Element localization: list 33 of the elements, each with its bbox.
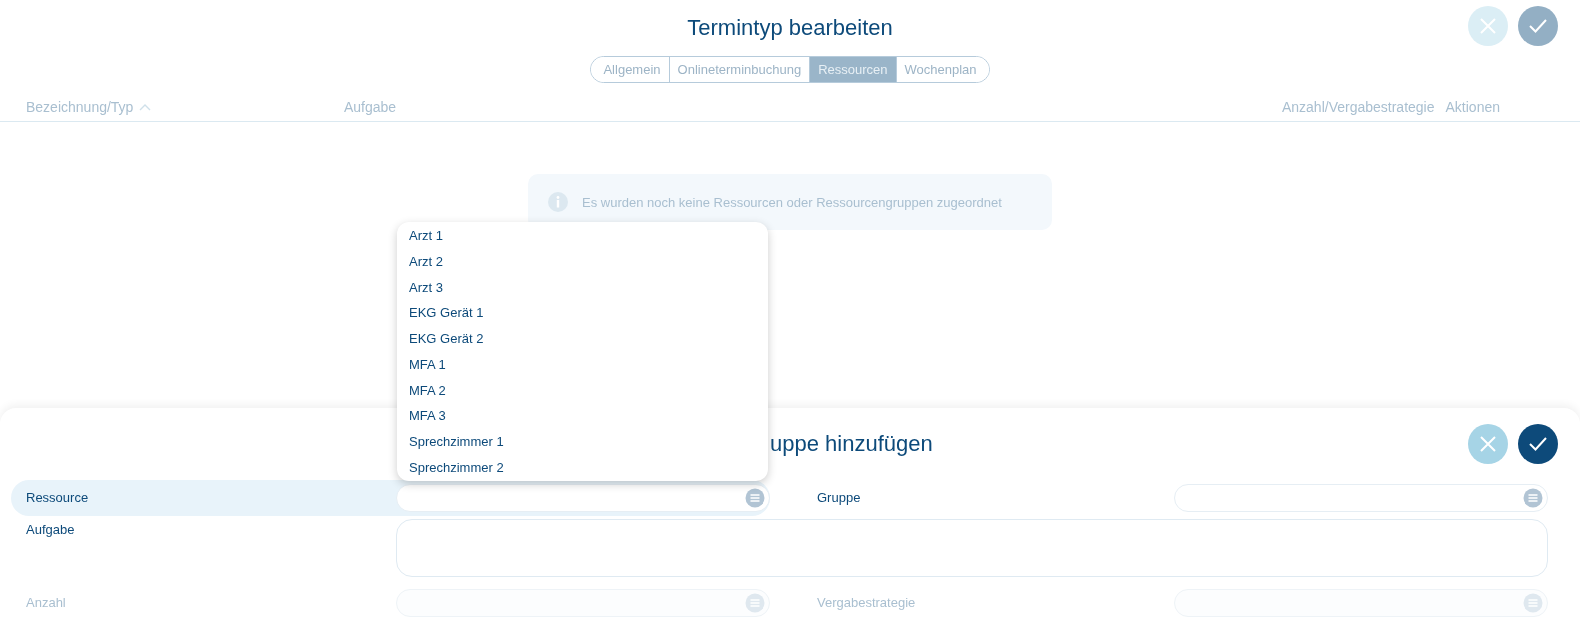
select-field[interactable] <box>396 484 770 512</box>
dropdown-option[interactable]: Sprechzimmer 2 <box>397 454 768 481</box>
field-label: Aufgabe <box>25 521 75 539</box>
dropdown-option[interactable]: MFA 3 <box>397 402 768 429</box>
confirm-button[interactable] <box>1518 424 1558 464</box>
list-icon <box>745 488 765 508</box>
dropdown-option[interactable]: EKG Gerät 2 <box>397 325 768 352</box>
field-label: Gruppe <box>816 489 862 507</box>
field-label: Ressource <box>25 489 90 507</box>
window-title: Termintyp bearbeiten <box>687 15 893 41</box>
info-icon <box>548 192 568 212</box>
dropdown-option[interactable]: Arzt 1 <box>397 223 768 249</box>
dropdown-option[interactable]: EKG Gerät 1 <box>397 300 768 326</box>
list-icon <box>745 592 765 613</box>
field-label: Anzahl <box>25 594 67 612</box>
dropdown-option[interactable]: Arzt 3 <box>397 274 768 301</box>
dropdown-option[interactable]: MFA 1 <box>397 351 768 378</box>
field-label: Vergabestrategie <box>816 594 917 612</box>
select-field[interactable] <box>1174 484 1548 512</box>
empty-message: Es wurden noch keine Ressourcen oder Ressourcengruppen zugeordnet <box>582 194 1002 210</box>
sort-up-icon <box>139 103 152 111</box>
list-icon <box>1523 488 1543 508</box>
close-icon <box>1479 17 1497 35</box>
close-icon <box>1479 435 1497 453</box>
cancel-button[interactable] <box>1468 424 1508 464</box>
dropdown-option[interactable]: MFA 2 <box>397 377 768 403</box>
dropdown-option[interactable]: Sprechzimmer 1 <box>397 428 768 455</box>
check-icon <box>1528 18 1548 34</box>
check-icon <box>1528 436 1548 452</box>
panel-title: uppe hinzufügen <box>770 431 934 457</box>
dropdown-option[interactable]: Arzt 2 <box>397 248 768 275</box>
text-area[interactable] <box>396 519 1548 577</box>
list-icon <box>1523 592 1543 613</box>
